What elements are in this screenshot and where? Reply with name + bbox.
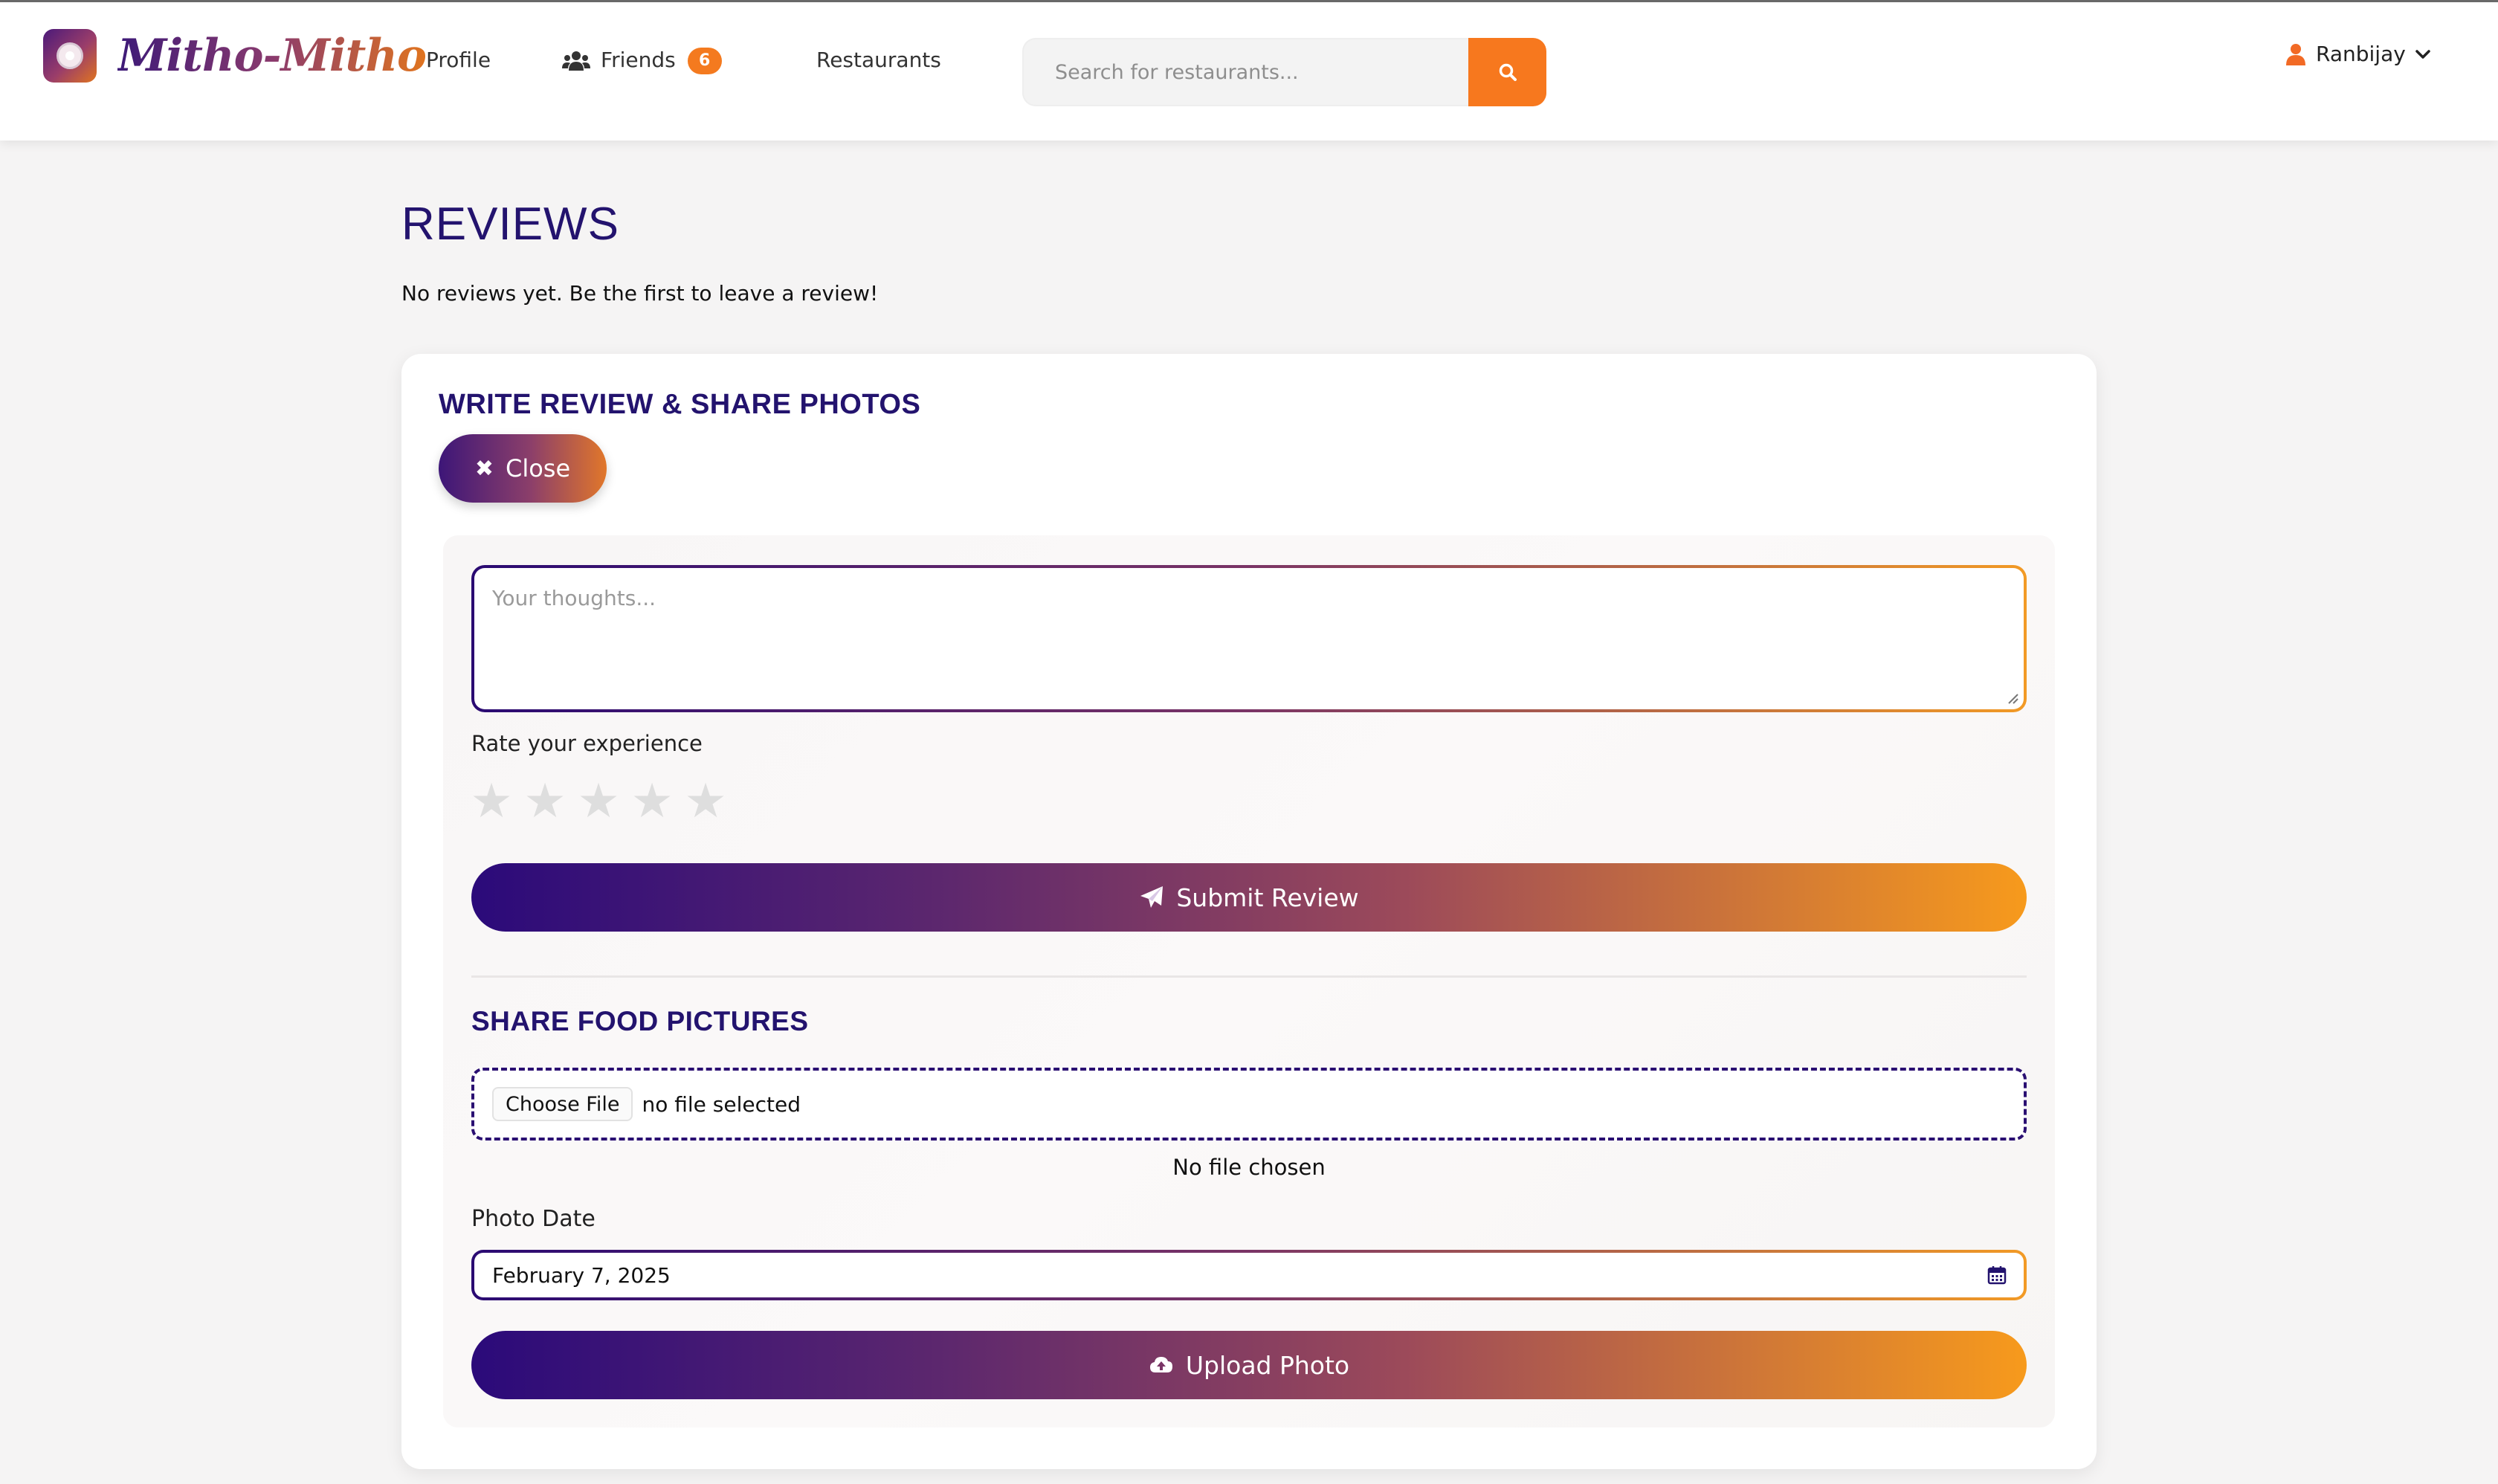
page-title: REVIEWS (401, 199, 619, 250)
logo-icon[interactable] (43, 29, 97, 83)
photo-date-value: February 7, 2025 (492, 1262, 671, 1288)
thoughts-field-border (471, 565, 2027, 712)
close-button-label: Close (505, 454, 571, 483)
resize-handle-icon[interactable] (2006, 691, 2019, 705)
search-button[interactable] (1468, 38, 1546, 106)
star-rating: ★ ★ ★ ★ ★ (470, 778, 738, 827)
user-name: Ranbijay (2316, 42, 2406, 66)
nav-link-profile[interactable]: Profile (426, 45, 491, 75)
plate-icon (57, 42, 83, 69)
navbar: Mitho-Mitho Profile Friends 6 Restaurants… (0, 2, 2498, 141)
user-menu[interactable]: Ranbijay (2286, 38, 2431, 71)
upload-photo-label: Upload Photo (1185, 1350, 1350, 1380)
star-icon-2[interactable]: ★ (523, 778, 567, 825)
nav-link-restaurants[interactable]: Restaurants (816, 45, 941, 75)
file-upload-area[interactable]: Choose File no file selected (471, 1068, 2027, 1141)
search-icon (1499, 63, 1517, 81)
star-icon-1[interactable]: ★ (470, 778, 513, 825)
nav-link-friends[interactable]: Friends 6 (562, 45, 722, 75)
share-pictures-title: SHARE FOOD PICTURES (471, 1006, 809, 1036)
photo-date-input[interactable]: February 7, 2025 (474, 1253, 2024, 1297)
users-icon (562, 51, 590, 71)
section-divider (471, 975, 2027, 978)
photo-date-label: Photo Date (471, 1206, 596, 1232)
write-review-card: WRITE REVIEW & SHARE PHOTOS ✖ Close Rate… (401, 354, 2097, 1469)
brand-name[interactable]: Mitho-Mitho (117, 26, 427, 86)
review-form: Rate your experience ★ ★ ★ ★ ★ Submit Re… (443, 535, 2055, 1427)
close-icon: ✖ (474, 455, 494, 482)
empty-reviews-message: No reviews yet. Be the first to leave a … (401, 281, 879, 306)
paper-plane-icon (1140, 886, 1164, 908)
no-file-chosen-text: No file chosen (1172, 1155, 1326, 1180)
file-status-text: no file selected (642, 1091, 801, 1117)
chevron-down-icon (2415, 50, 2430, 59)
choose-file-button[interactable]: Choose File (492, 1087, 633, 1121)
thoughts-textarea[interactable] (474, 568, 2024, 709)
search-bar (1022, 38, 1546, 106)
rate-experience-label: Rate your experience (471, 731, 703, 756)
cloud-upload-icon (1149, 1357, 1172, 1372)
submit-review-label: Submit Review (1176, 883, 1359, 912)
nav-friends-label: Friends (601, 48, 676, 72)
photo-date-field-border: February 7, 2025 (471, 1250, 2027, 1300)
search-input[interactable] (1022, 38, 1468, 106)
friends-count-badge: 6 (687, 48, 722, 74)
star-icon-4[interactable]: ★ (630, 778, 674, 825)
submit-review-button[interactable]: Submit Review (471, 863, 2027, 932)
user-icon (2286, 44, 2305, 65)
write-review-title: WRITE REVIEW & SHARE PHOTOS (439, 389, 921, 420)
close-button[interactable]: ✖ Close (439, 434, 607, 503)
star-icon-5[interactable]: ★ (684, 778, 727, 825)
calendar-icon[interactable] (1987, 1265, 2007, 1285)
star-icon-3[interactable]: ★ (577, 778, 620, 825)
upload-photo-button[interactable]: Upload Photo (471, 1331, 2027, 1399)
